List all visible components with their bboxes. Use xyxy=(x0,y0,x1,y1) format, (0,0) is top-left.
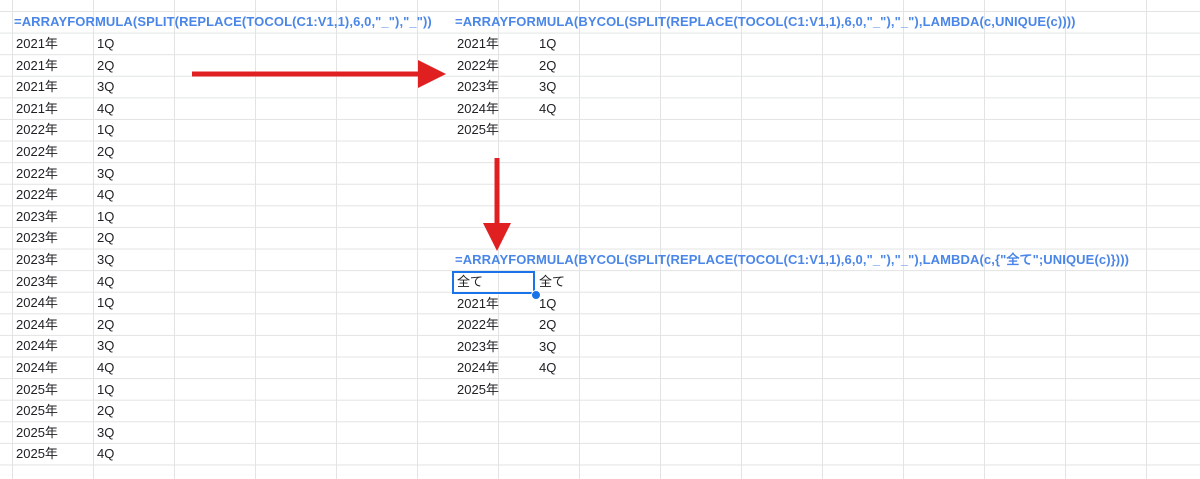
spreadsheet-sheet[interactable]: =ARRAYFORMULA(SPLIT(REPLACE(TOCOL(C1:V1,… xyxy=(0,0,1200,479)
annotation-arrows xyxy=(192,60,511,251)
down-arrow xyxy=(483,158,511,251)
right-arrow xyxy=(192,60,446,88)
